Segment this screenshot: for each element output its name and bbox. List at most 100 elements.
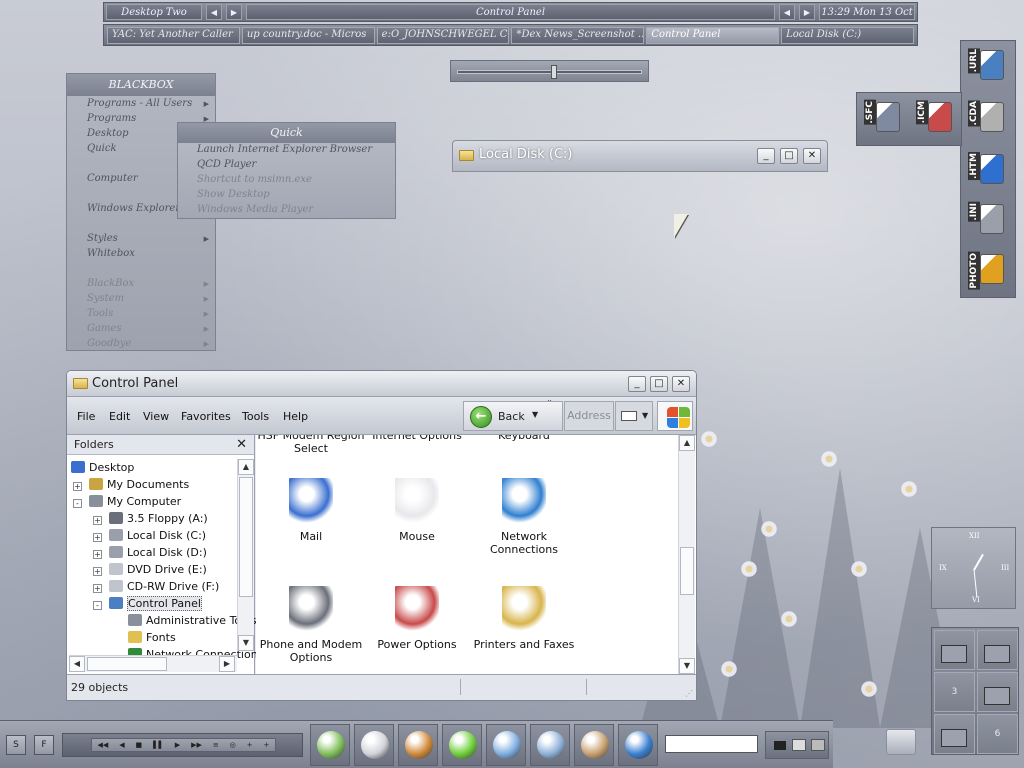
scroll-right-button[interactable]: ▶ — [219, 656, 235, 672]
content-vertical-scrollbar[interactable]: ▲ ▼ — [678, 435, 695, 675]
media-control-button[interactable]: ▶▶ — [191, 741, 202, 749]
workspace-label[interactable]: Desktop Two — [106, 4, 202, 20]
tray-icon[interactable] — [811, 739, 825, 751]
tree-item[interactable]: My Computer — [89, 495, 181, 512]
chevron-down-icon[interactable]: ▼ — [532, 410, 538, 419]
volume-slider[interactable] — [450, 60, 649, 82]
dock-icon[interactable]: .INI — [966, 198, 1006, 244]
quick-menu-item[interactable]: Launch Internet Explorer Browser — [178, 144, 395, 159]
blackbox-menu-item[interactable]: BlackBox ▶ — [67, 278, 215, 293]
menu-view[interactable]: View — [143, 410, 169, 423]
tray-icon[interactable] — [792, 739, 806, 751]
control-panel-item[interactable]: HSF Modem Region Select — [256, 435, 366, 455]
next-workspace-button[interactable]: ▶ — [226, 4, 242, 20]
prev-window-button[interactable]: ◀ — [779, 4, 795, 20]
control-panel-item[interactable]: Network Connections — [469, 478, 579, 556]
media-control-button[interactable]: ▌▌ — [153, 741, 164, 749]
scroll-thumb[interactable] — [680, 547, 694, 595]
collapse-icon[interactable]: - — [73, 499, 82, 508]
close-button[interactable]: ✕ — [803, 148, 821, 164]
dock-icon[interactable]: .SFC — [862, 96, 902, 142]
media-control-button[interactable]: ≡ — [213, 741, 219, 749]
workspace-cell[interactable]: 6 — [977, 714, 1018, 754]
launcher-button[interactable] — [530, 724, 570, 766]
blackbox-menu-item[interactable]: Whitebox — [67, 248, 215, 263]
scroll-thumb[interactable] — [87, 657, 167, 671]
media-control-button[interactable]: ◀ — [119, 741, 124, 749]
control-panel-item[interactable]: Printers and Faxes — [469, 586, 579, 651]
launcher-button[interactable] — [354, 724, 394, 766]
disk-drive-icon[interactable] — [886, 729, 916, 755]
launcher-button[interactable] — [398, 724, 438, 766]
close-button[interactable]: ✕ — [672, 376, 690, 392]
workspace-cell[interactable] — [934, 714, 975, 754]
back-button[interactable]: ← Back ▼ — [463, 401, 563, 431]
workspace-cell[interactable] — [977, 672, 1018, 712]
control-panel-titlebar[interactable]: Control Panel _ □ ✕ — [67, 371, 696, 397]
blackbox-menu-item[interactable]: Games ▶ — [67, 323, 215, 338]
maximize-button[interactable]: □ — [650, 376, 668, 392]
menu-file[interactable]: File — [77, 410, 95, 423]
task-button[interactable]: e:O_JOHNSCHWEGEL CO... — [376, 26, 510, 44]
address-button[interactable]: Address — [564, 401, 614, 431]
control-panel-item[interactable]: Phone and Modem Options — [256, 586, 366, 664]
workspace-cell[interactable] — [977, 630, 1018, 670]
expand-icon[interactable]: + — [93, 584, 102, 593]
tree-item[interactable]: My Documents — [89, 478, 189, 495]
media-control-button[interactable]: + — [264, 741, 270, 749]
minimize-button[interactable]: _ — [628, 376, 646, 392]
folders-vertical-scrollbar[interactable]: ▲ ▼ — [237, 459, 254, 651]
views-button[interactable]: ▼ — [615, 401, 653, 431]
media-control-button[interactable]: ▶ — [175, 741, 180, 749]
menu-tools[interactable]: Tools — [242, 410, 269, 423]
active-window-label[interactable]: Control Panel — [246, 4, 775, 20]
close-icon[interactable]: ✕ — [236, 437, 247, 452]
task-button[interactable]: Local Disk (C:) — [781, 26, 914, 44]
media-control-button[interactable]: ◎ — [230, 741, 236, 749]
scroll-left-button[interactable]: ◀ — [69, 656, 85, 672]
expand-icon[interactable]: + — [93, 533, 102, 542]
tree-item[interactable]: CD-RW Drive (F:) — [109, 580, 219, 597]
tree-item[interactable]: DVD Drive (E:) — [109, 563, 207, 580]
launcher-button[interactable] — [486, 724, 526, 766]
run-input[interactable] — [665, 735, 758, 753]
scroll-up-button[interactable]: ▲ — [679, 435, 695, 451]
media-control-button[interactable]: ◀◀ — [97, 741, 108, 749]
task-button[interactable]: *Dex News_Screenshot ... — [511, 26, 645, 44]
collapse-icon[interactable]: - — [93, 601, 102, 610]
prev-workspace-button[interactable]: ◀ — [206, 4, 222, 20]
blackbox-menu-item[interactable]: Tools ▶ — [67, 308, 215, 323]
dock-icon[interactable]: PHOTO — [966, 248, 1006, 294]
control-panel-item[interactable]: Mail — [256, 478, 366, 543]
launcher-button[interactable] — [442, 724, 482, 766]
dock-icon[interactable]: .URL — [966, 44, 1006, 90]
blackbox-menu-item[interactable]: Styles ▶ — [67, 233, 215, 248]
task-button[interactable]: up country.doc - Micros — [241, 26, 375, 44]
tree-item[interactable]: 3.5 Floppy (A:) — [109, 512, 208, 529]
scroll-down-button[interactable]: ▼ — [238, 635, 254, 651]
quick-menu-item[interactable]: QCD Player — [178, 159, 395, 174]
expand-icon[interactable]: + — [93, 550, 102, 559]
blackbox-menu-item[interactable]: Goodbye ▶ — [67, 338, 215, 353]
control-panel-item[interactable]: Power Options — [362, 586, 472, 651]
maximize-button[interactable]: □ — [780, 148, 798, 164]
f-button[interactable]: F — [34, 735, 54, 755]
task-button[interactable]: YAC: Yet Another Caller — [107, 26, 240, 44]
launcher-button[interactable] — [574, 724, 614, 766]
launcher-button[interactable] — [618, 724, 658, 766]
tree-item[interactable]: Control Panel — [109, 596, 202, 614]
tree-item[interactable]: Desktop — [71, 461, 134, 478]
menu-help[interactable]: Help — [283, 410, 308, 423]
expand-icon[interactable]: + — [73, 482, 82, 491]
folders-horizontal-scrollbar[interactable]: ◀ ▶ — [69, 655, 237, 672]
blackbox-menu-item[interactable]: System ▶ — [67, 293, 215, 308]
workspace-cell[interactable] — [934, 630, 975, 670]
scroll-thumb[interactable] — [239, 477, 253, 597]
minimize-button[interactable]: _ — [757, 148, 775, 164]
control-panel-item[interactable]: Internet Options — [362, 435, 472, 442]
control-panel-item[interactable]: Mouse — [362, 478, 472, 543]
expand-icon[interactable]: + — [93, 567, 102, 576]
s-button[interactable]: S — [6, 735, 26, 755]
resize-grip-icon[interactable]: ⋰ — [685, 689, 693, 698]
local-disk-window[interactable]: Local Disk (C:) _ □ ✕ — [452, 140, 828, 172]
